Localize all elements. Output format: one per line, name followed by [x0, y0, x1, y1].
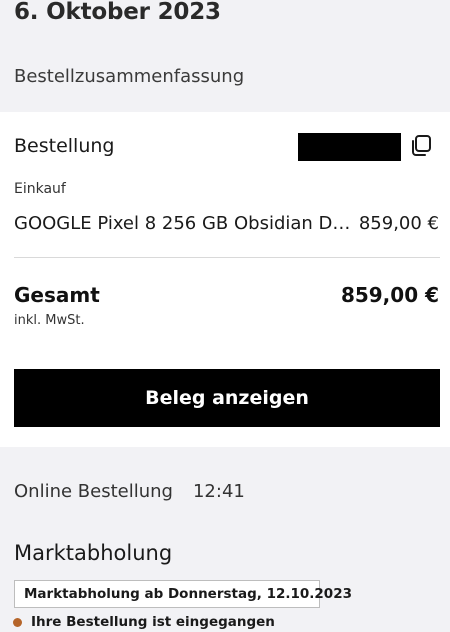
online-order-time: 12:41: [192, 481, 245, 502]
summary-section-title: Bestellzusammenfassung: [14, 66, 245, 87]
pickup-title: Marktabholung: [14, 541, 173, 565]
order-number-label: Bestellung: [14, 135, 115, 157]
order-status-row: Ihre Bestellung ist eingegangen: [13, 614, 275, 630]
online-order-label: Online Bestellung: [14, 481, 173, 502]
divider: [14, 257, 440, 258]
show-receipt-button[interactable]: Beleg anzeigen: [14, 369, 440, 427]
status-dot-icon: [13, 617, 22, 627]
order-item-name: GOOGLE Pixel 8 256 GB Obsidian Dual SIM: [14, 213, 356, 234]
online-order-row: Online Bestellung 12:41: [14, 481, 245, 502]
copy-icon: [412, 135, 431, 156]
order-date-title: 6. Oktober 2023: [14, 0, 221, 25]
vat-note: inkl. MwSt.: [14, 313, 85, 328]
total-label: Gesamt: [14, 283, 100, 307]
order-card: Bestellung Einkauf GOOGLE Pixel 8 256 GB…: [0, 112, 450, 447]
order-status-text: Ihre Bestellung ist eingegangen: [31, 614, 275, 630]
copy-order-number-button[interactable]: [408, 133, 434, 159]
purchase-label: Einkauf: [14, 181, 66, 197]
order-item-price: 859,00 €: [358, 213, 439, 234]
total-price: 859,00 €: [340, 283, 439, 307]
order-summary-page: 6. Oktober 2023 Bestellzusammenfassung B…: [0, 0, 450, 632]
order-number-redacted: [298, 133, 401, 161]
pickup-availability-badge: Marktabholung ab Donnerstag, 12.10.2023: [14, 580, 352, 608]
